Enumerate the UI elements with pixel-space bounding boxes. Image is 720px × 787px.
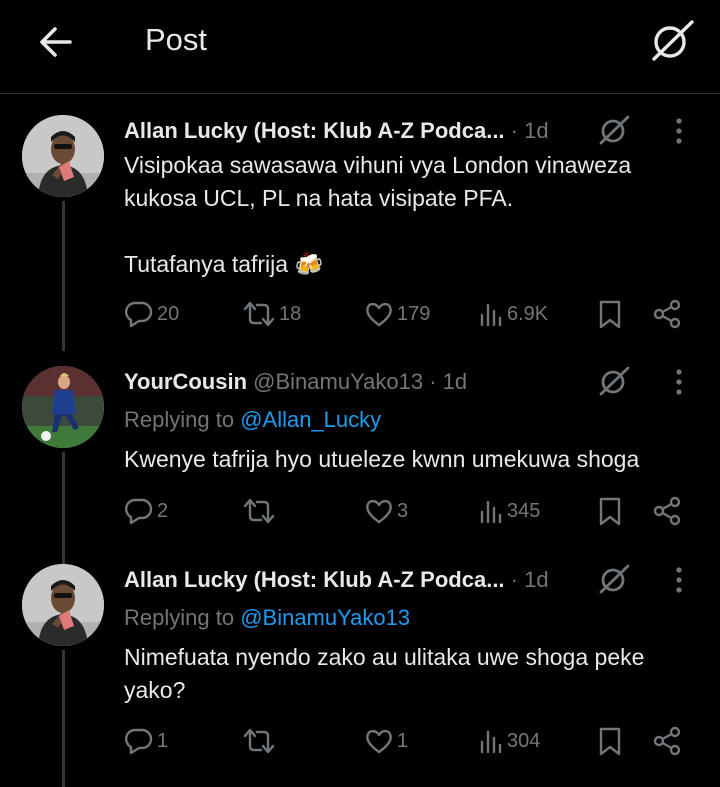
share-icon: [653, 726, 681, 756]
grok-icon: [599, 564, 630, 594]
more-button[interactable]: [670, 564, 688, 596]
views-count: 6.9K: [507, 302, 549, 325]
views-button[interactable]: 6.9K: [478, 296, 548, 332]
avatar[interactable]: [22, 366, 104, 448]
bookmark-button[interactable]: [597, 493, 623, 529]
repost-icon: [243, 301, 275, 327]
reply-to-link[interactable]: @BinamuYako13: [240, 605, 410, 630]
avatar-image: [22, 564, 104, 646]
post-header: Allan Lucky (Host: Klub A-Z Podca... · 1…: [124, 567, 549, 592]
views-button[interactable]: 304: [478, 723, 540, 759]
reply-icon: [124, 728, 153, 755]
post-time: 1d: [524, 567, 549, 592]
more-vertical-icon: [676, 118, 682, 144]
repost-button[interactable]: [242, 493, 279, 529]
repost-icon: [243, 728, 275, 754]
more-button[interactable]: [670, 366, 688, 398]
grok-icon: [599, 366, 630, 396]
grok-icon: [652, 20, 694, 61]
grok-icon: [599, 115, 630, 145]
share-button[interactable]: [652, 296, 682, 332]
more-button[interactable]: [670, 115, 688, 147]
author-name[interactable]: Allan Lucky (Host: Klub A-Z Podca...: [124, 567, 505, 592]
more-vertical-icon: [676, 369, 682, 395]
reply-count: 1: [157, 729, 169, 752]
post-time: 1d: [442, 369, 468, 394]
heart-icon: [366, 729, 392, 754]
like-count: 1: [397, 729, 409, 752]
thread-line: [62, 650, 65, 787]
views-count: 345: [507, 499, 541, 522]
repost-button[interactable]: [242, 723, 279, 759]
reply-button[interactable]: 2: [124, 493, 168, 529]
author-handle[interactable]: @BinamuYako13: [253, 369, 423, 394]
bookmark-icon: [599, 300, 621, 329]
back-button[interactable]: [36, 22, 76, 62]
bookmark-icon: [599, 497, 621, 526]
like-button[interactable]: 3: [364, 493, 408, 529]
share-icon: [653, 299, 681, 329]
replying-to: Replying to @BinamuYako13: [124, 605, 411, 630]
like-button[interactable]: 179: [364, 296, 430, 332]
author-name[interactable]: Allan Lucky (Host: Klub A-Z Podca...: [124, 118, 505, 143]
action-bar: 1 1 304: [0, 723, 720, 759]
post-text: Nimefuata nyendo zako au ulitaka uwe sho…: [124, 644, 645, 703]
views-icon: [480, 303, 502, 327]
grok-button[interactable]: [646, 16, 696, 66]
like-count: 3: [397, 499, 409, 522]
views-count: 304: [507, 729, 541, 752]
reply-button[interactable]: 1: [124, 723, 168, 759]
grok-button[interactable]: [597, 113, 631, 147]
action-bar: 2 3 345: [0, 493, 720, 529]
heart-icon: [366, 499, 392, 524]
top-bar: Post: [0, 0, 720, 94]
share-icon: [653, 496, 681, 526]
views-icon: [480, 730, 502, 754]
more-vertical-icon: [676, 567, 682, 593]
views-button[interactable]: 345: [478, 493, 540, 529]
bookmark-button[interactable]: [597, 723, 623, 759]
post-header: YourCousin @BinamuYako13 · 1d: [124, 369, 468, 394]
reply-button[interactable]: 20: [124, 296, 179, 332]
avatar[interactable]: [22, 564, 104, 646]
grok-button[interactable]: [597, 562, 631, 596]
arrow-left-icon: [40, 27, 72, 57]
reply-icon: [124, 301, 153, 328]
views-icon: [480, 500, 502, 524]
reply-icon: [124, 498, 153, 525]
action-bar: 20 18 179 6.9K: [0, 296, 720, 332]
grok-button[interactable]: [597, 364, 631, 398]
author-name[interactable]: YourCousin: [124, 369, 247, 394]
repost-button[interactable]: 18: [242, 296, 301, 332]
post-text: Visipokaa sawasawa vihuni vya London vin…: [124, 152, 632, 277]
replying-to: Replying to @Allan_Lucky: [124, 407, 382, 432]
repost-icon: [243, 498, 275, 524]
avatar-image: [22, 366, 104, 448]
post-header: Allan Lucky (Host: Klub A-Z Podca... · 1…: [124, 118, 549, 143]
reply-count: 2: [157, 499, 169, 522]
share-button[interactable]: [652, 723, 682, 759]
bookmark-icon: [599, 727, 621, 756]
like-count: 179: [397, 302, 431, 325]
post-text: Kwenye tafrija hyo utueleze kwnn umekuwa…: [124, 446, 640, 472]
bookmark-button[interactable]: [597, 296, 623, 332]
like-button[interactable]: 1: [364, 723, 408, 759]
share-button[interactable]: [652, 493, 682, 529]
heart-icon: [366, 302, 392, 327]
reply-to-link[interactable]: @Allan_Lucky: [240, 407, 381, 432]
repost-count: 18: [279, 302, 302, 325]
reply-count: 20: [157, 302, 180, 325]
avatar-image: [22, 115, 104, 197]
avatar[interactable]: [22, 115, 104, 197]
post-time: 1d: [524, 118, 549, 143]
page-title: Post: [145, 22, 208, 57]
